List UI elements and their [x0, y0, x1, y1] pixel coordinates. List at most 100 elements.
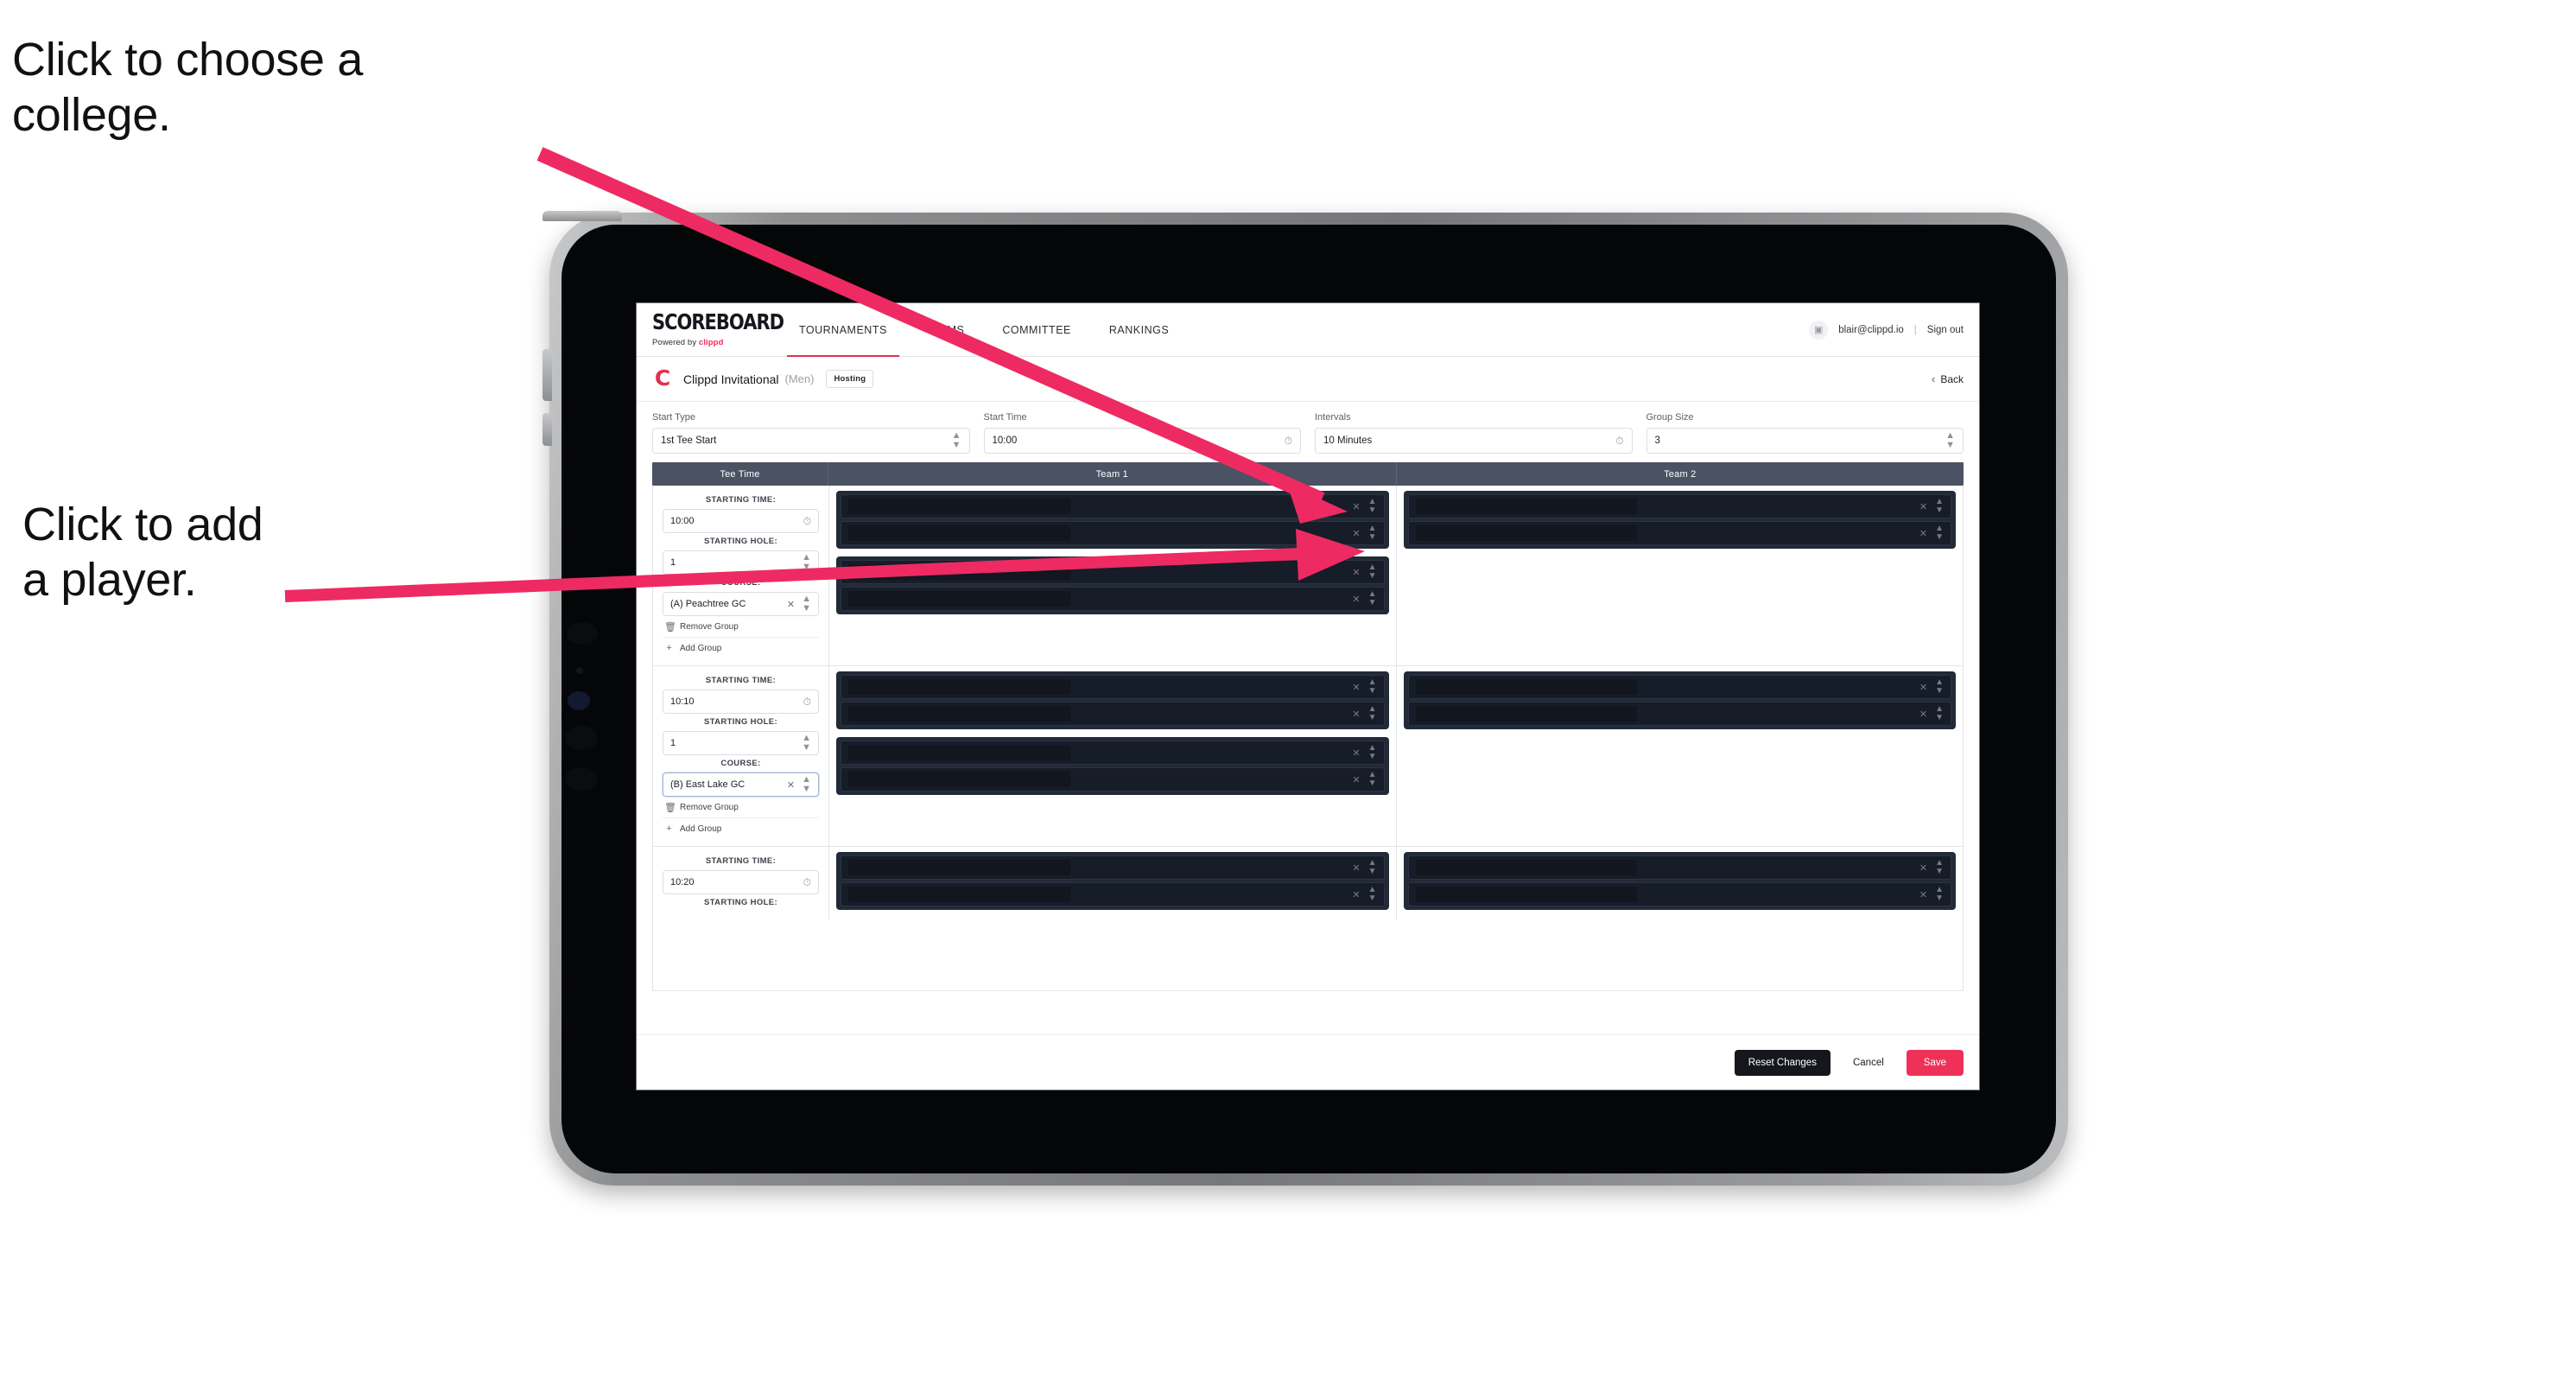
course-select[interactable]: (B) East Lake GC ✕ ▲ ▼ [663, 772, 819, 797]
clear-icon[interactable]: ✕ [1919, 889, 1927, 900]
clear-icon[interactable]: ✕ [787, 779, 795, 791]
stepper-icon[interactable]: ▲ ▼ [1368, 859, 1377, 876]
stepper-icon-2[interactable]: ▲ ▼ [1945, 431, 1955, 450]
stepper-icon[interactable]: ▲ ▼ [1935, 886, 1944, 903]
start-time-value: 10:00 [992, 436, 1018, 446]
starting-hole-input[interactable]: 1 ▲ ▼ [663, 550, 819, 575]
clear-icon[interactable]: ✕ [1919, 528, 1927, 539]
player-select-row[interactable]: ✕ ▲ ▼ [1407, 675, 1951, 699]
clock-icon-2[interactable]: ⏱ [1615, 435, 1623, 448]
clear-icon[interactable]: ✕ [1352, 682, 1360, 693]
clear-icon[interactable]: ✕ [1919, 709, 1927, 720]
course-select[interactable]: (A) Peachtree GC ✕ ▲ ▼ [663, 592, 819, 616]
camera-lens-icon [567, 622, 598, 645]
clear-icon[interactable]: ✕ [1352, 709, 1360, 720]
brand-logo[interactable]: SCOREBOARD Powered by clippd [637, 303, 784, 356]
nav-item-tournaments[interactable]: TOURNAMENTS [780, 303, 906, 357]
clear-icon[interactable]: ✕ [1352, 594, 1360, 605]
stepper-icon[interactable]: ▲ ▼ [802, 594, 811, 614]
player-select-row[interactable]: ✕ ▲ ▼ [841, 587, 1385, 611]
player-select-row[interactable]: ✕ ▲ ▼ [1407, 702, 1951, 726]
stepper-icon[interactable]: ▲ ▼ [1368, 563, 1377, 581]
nav-item-rankings[interactable]: RANKINGS [1090, 303, 1188, 356]
player-select-row[interactable]: ✕ ▲ ▼ [841, 521, 1385, 545]
starting-time-input[interactable]: 10:20 ⏱ [663, 870, 819, 894]
add-group-button[interactable]: + Add Group [663, 638, 819, 658]
sign-out-link[interactable]: Sign out [1927, 325, 1964, 335]
user-avatar-icon[interactable]: ▣ [1809, 320, 1829, 340]
camera-lens-icon-2 [565, 726, 598, 750]
remove-group-button-label: Remove Group [680, 622, 739, 632]
stepper-icon[interactable]: ▲ ▼ [802, 734, 811, 753]
clear-icon[interactable]: ✕ [1352, 528, 1360, 539]
starting-time-input[interactable]: 10:00 ⏱ [663, 509, 819, 533]
stepper-icon[interactable]: ▲ ▼ [1935, 525, 1944, 542]
player-select-row[interactable]: ✕ ▲ ▼ [1407, 855, 1951, 880]
clock-icon[interactable]: ⏱ [803, 696, 811, 709]
clock-icon[interactable]: ⏱ [1285, 435, 1292, 448]
clear-icon[interactable]: ✕ [1352, 747, 1360, 759]
clear-icon[interactable]: ✕ [1352, 774, 1360, 785]
nav-item-committee[interactable]: COMMITTEE [983, 303, 1090, 356]
user-area: ▣ blair@clippd.io | Sign out [1809, 303, 1979, 356]
player-name-placeholder [848, 887, 1070, 902]
player-select-row[interactable]: ✕ ▲ ▼ [841, 741, 1385, 765]
player-select-row[interactable]: ✕ ▲ ▼ [1407, 494, 1951, 518]
player-select-row[interactable]: ✕ ▲ ▼ [841, 855, 1385, 880]
clear-icon[interactable]: ✕ [1352, 567, 1360, 578]
start-time-input[interactable]: 10:00 ⏱ [983, 428, 1301, 454]
remove-group-button[interactable]: 🗑 Remove Group [663, 797, 819, 818]
stepper-icon[interactable]: ▲ ▼ [1935, 498, 1944, 515]
stepper-icon[interactable]: ▲ ▼ [1368, 590, 1377, 607]
player-select-row[interactable]: ✕ ▲ ▼ [1407, 521, 1951, 545]
stepper-icon[interactable]: ▲ ▼ [1368, 525, 1377, 542]
stepper-icon[interactable]: ▲ ▼ [1935, 859, 1944, 876]
remove-group-button[interactable]: 🗑 Remove Group [663, 616, 819, 638]
reset-changes-button[interactable]: Reset Changes [1734, 1049, 1830, 1076]
save-button[interactable]: Save [1906, 1049, 1964, 1076]
group-size-stepper[interactable]: 3 ▲ ▼ [1646, 428, 1964, 454]
stepper-icon[interactable]: ▲ ▼ [1368, 886, 1377, 903]
player-select-row[interactable]: ✕ ▲ ▼ [841, 560, 1385, 584]
stepper-icon[interactable]: ▲ ▼ [1935, 678, 1944, 696]
intervals-input[interactable]: 10 Minutes ⏱ [1315, 428, 1633, 454]
player-select-row[interactable]: ✕ ▲ ▼ [841, 702, 1385, 726]
player-select-row[interactable]: ✕ ▲ ▼ [841, 882, 1385, 906]
player-select-row[interactable]: ✕ ▲ ▼ [841, 675, 1385, 699]
stepper-icon[interactable]: ▲ ▼ [1368, 498, 1377, 515]
stepper-icon[interactable]: ▲ ▼ [1935, 705, 1944, 722]
tee-time-table-body[interactable]: STARTING TIME: 10:00 ⏱ STARTING HOLE: 1 ▲ ▼ COU… [652, 486, 1964, 991]
starting-time-label: STARTING TIME: [705, 676, 777, 685]
player-select-row[interactable]: ✕ ▲ ▼ [841, 494, 1385, 518]
clear-icon[interactable]: ✕ [1352, 862, 1360, 874]
nav-item-teams[interactable]: TEAMS [906, 303, 984, 356]
player-select-row[interactable]: ✕ ▲ ▼ [841, 767, 1385, 792]
player-group: ✕ ▲ ▼ ✕ ▲ ▼ [836, 737, 1389, 795]
stepper-icon[interactable]: ▲ ▼ [1368, 678, 1377, 696]
starting-time-input-value: 10:10 [670, 696, 695, 707]
clear-icon[interactable]: ✕ [1919, 682, 1927, 693]
back-button[interactable]: ‹ Back [1932, 372, 1964, 385]
stepper-icon[interactable]: ▲ ▼ [802, 775, 811, 794]
course-select-value: (B) East Lake GC [670, 779, 746, 790]
clear-icon[interactable]: ✕ [1919, 501, 1927, 512]
cancel-button[interactable]: Cancel [1844, 1050, 1893, 1076]
starting-hole-input[interactable]: 1 ▲ ▼ [663, 731, 819, 755]
clear-icon[interactable]: ✕ [1919, 862, 1927, 874]
stepper-icon[interactable]: ▲ ▼ [952, 431, 961, 450]
clock-icon[interactable]: ⏱ [803, 515, 811, 528]
player-name-placeholder [1415, 499, 1638, 514]
starting-time-input[interactable]: 10:10 ⏱ [663, 690, 819, 714]
stepper-icon[interactable]: ▲ ▼ [1368, 771, 1377, 788]
clear-icon[interactable]: ✕ [1352, 889, 1360, 900]
clear-icon[interactable]: ✕ [787, 599, 795, 610]
stepper-icon[interactable]: ▲ ▼ [1368, 705, 1377, 722]
player-select-row[interactable]: ✕ ▲ ▼ [1407, 882, 1951, 906]
start-type-select[interactable]: 1st Tee Start ▲ ▼ [652, 428, 970, 454]
clear-icon[interactable]: ✕ [1352, 501, 1360, 512]
add-group-button[interactable]: + Add Group [663, 818, 819, 838]
stepper-icon[interactable]: ▲ ▼ [1368, 744, 1377, 761]
clock-icon[interactable]: ⏱ [803, 876, 811, 889]
stepper-icon[interactable]: ▲ ▼ [802, 553, 811, 572]
player-group: ✕ ▲ ▼ ✕ ▲ ▼ [1403, 852, 1956, 910]
